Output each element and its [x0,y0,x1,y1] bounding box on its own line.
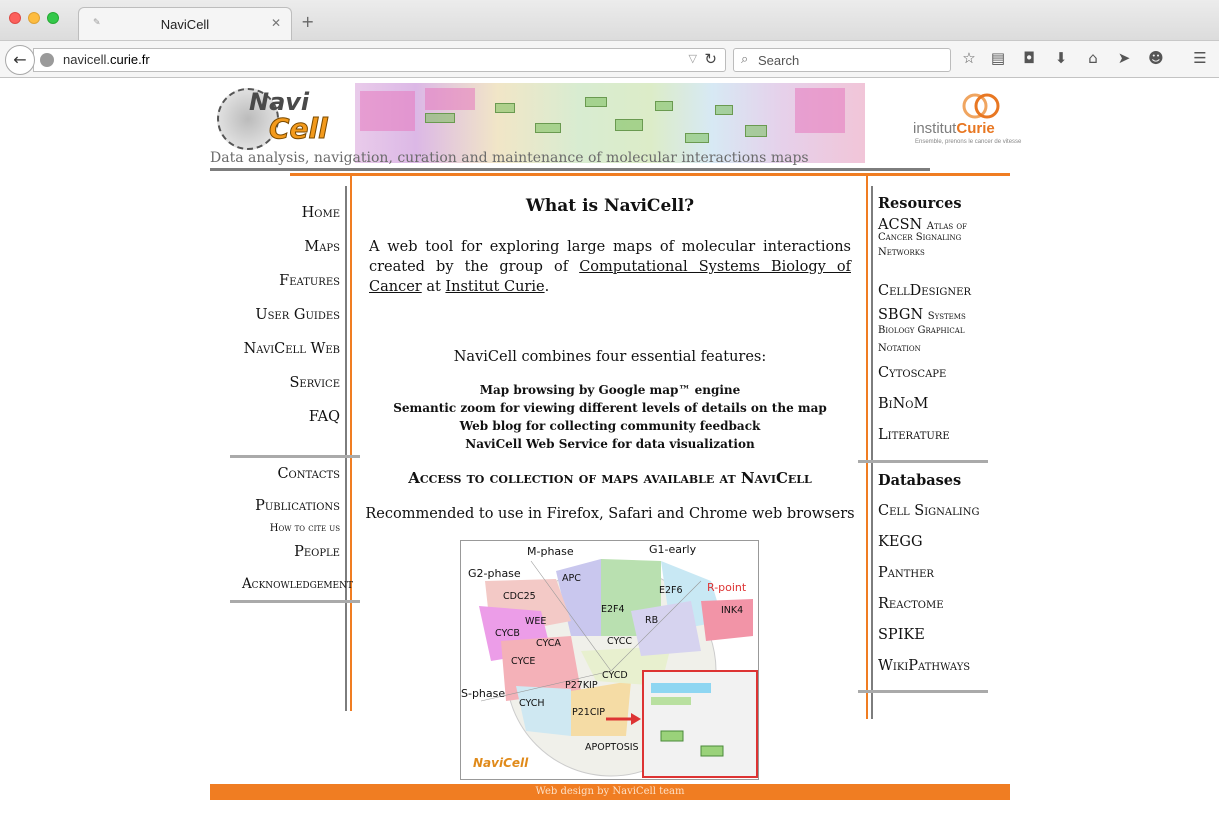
db-kegg[interactable]: KEGG [878,534,923,550]
resource-acsn[interactable]: ACSN Atlas of [878,217,967,233]
intro-paragraph: A web tool for exploring large maps of m… [369,239,851,295]
nav-maps[interactable]: Maps [304,239,340,255]
resource-literature[interactable]: Literature [878,427,950,443]
resource-cytoscape[interactable]: Cytoscape [878,365,946,381]
feature-item: NaviCell Web Service for data visualizat… [465,437,755,451]
navigation-toolbar: navicell.curie.fr ▽ ↻ ← ⌕ ☆ ▤ ◘ ⬇ ⌂ ➤ ☻ … [0,40,1219,78]
nav-features[interactable]: Features [279,273,340,289]
pocket-icon[interactable]: ◘ [1018,49,1040,67]
resource-sbgn-desc[interactable]: Notation [878,343,921,354]
header-rule-orange [290,173,1010,176]
arrow-left-icon: ← [13,50,27,69]
nav-people[interactable]: People [294,544,340,560]
resource-celldesigner[interactable]: CellDesigner [878,283,971,299]
back-button[interactable]: ← [5,45,35,75]
header-rule-grey [210,168,930,171]
tab-title: NaviCell [160,17,210,32]
new-tab-icon[interactable]: + [301,12,314,31]
db-reactome[interactable]: Reactome [878,596,944,612]
cell-cycle-map-image[interactable]: M-phase G1-early G2-phase R-point APC CD… [460,540,759,780]
send-icon[interactable]: ➤ [1113,49,1135,67]
search-box[interactable]: ⌕ [733,48,951,72]
institut-curie-link[interactable]: Institut Curie [445,279,544,295]
left-menu-bottom-separator [230,600,360,603]
resource-acsn-desc[interactable]: Networks [878,247,925,258]
window-minimize-button[interactable] [28,12,40,24]
db-panther[interactable]: Panther [878,565,934,581]
nav-user-guides[interactable]: User Guides [255,307,340,323]
left-menu-separator [230,455,360,458]
maps-collection-link[interactable]: Access to collection of maps available a… [365,469,855,487]
right-divider-orange [866,176,868,719]
nav-how-to-cite[interactable]: How to cite us [270,523,340,534]
resource-acsn-desc[interactable]: Cancer Signaling [878,232,961,243]
curie-rings-icon [962,93,1000,119]
features-intro: NaviCell combines four essential feature… [453,349,767,365]
institut-curie-logo[interactable]: institutCurie Ensemble, prenons le cance… [911,84,1021,150]
right-bottom-separator [858,690,988,693]
search-icon: ⌕ [741,52,749,67]
db-cell-signaling[interactable]: Cell Signaling [878,503,979,519]
right-separator [858,460,988,463]
map-navicell-logo: NaviCell [473,756,529,770]
nav-service[interactable]: Service [289,375,340,391]
home-icon[interactable]: ⌂ [1082,49,1104,67]
url-dropdown-icon[interactable]: ▽ [689,52,697,65]
resource-binom[interactable]: BiNoM [878,396,928,412]
resource-sbgn-desc[interactable]: Biology Graphical [878,325,964,336]
reading-list-icon[interactable]: ▤ [987,49,1009,67]
navicell-logo[interactable]: Navi Cell [213,84,353,156]
left-divider-orange [350,176,352,711]
bookmark-star-icon[interactable]: ☆ [958,49,980,67]
nav-faq[interactable]: FAQ [309,409,340,425]
page-title: What is NaviCell? [525,196,695,216]
right-divider-grey [871,186,873,719]
browser-tab[interactable]: ✎ NaviCell ✕ [78,7,292,40]
feature-item: Map browsing by Google map™ engine [479,383,741,397]
url-text: navicell.curie.fr [63,52,150,67]
db-spike[interactable]: SPIKE [878,627,925,643]
menu-icon[interactable]: ☰ [1189,49,1211,67]
globe-icon [40,53,54,67]
tab-close-icon[interactable]: ✕ [271,16,281,30]
left-divider-grey [345,186,347,711]
download-icon[interactable]: ⬇ [1050,49,1072,67]
site-tagline: Data analysis, navigation, curation and … [210,150,809,166]
address-bar[interactable]: navicell.curie.fr ▽ ↻ [33,48,726,72]
page-footer: Web design by NaviCell team [210,784,1010,800]
feature-item: Web blog for collecting community feedba… [459,419,761,433]
window-titlebar: ✎ NaviCell ✕ + [0,0,1219,40]
browser-recommendation: Recommended to use in Firefox, Safari an… [365,506,855,522]
window-maximize-button[interactable] [47,12,59,24]
nav-home[interactable]: Home [302,205,340,221]
nav-navicell-web[interactable]: NaviCell Web [244,341,340,357]
nav-publications[interactable]: Publications [255,498,340,514]
nav-acknowledgement[interactable]: Acknowledgement [242,576,353,592]
databases-heading: Databases [878,472,962,489]
reload-icon[interactable]: ↻ [704,50,717,68]
nav-contacts[interactable]: Contacts [277,466,340,482]
resources-heading: Resources [878,195,962,212]
chat-icon[interactable]: ☻ [1145,49,1167,67]
resource-sbgn[interactable]: SBGN Systems [878,307,966,323]
search-input[interactable] [758,51,943,69]
db-wikipathways[interactable]: WikiPathways [878,658,970,674]
feature-item: Semantic zoom for viewing different leve… [393,401,827,415]
window-close-button[interactable] [9,12,21,24]
